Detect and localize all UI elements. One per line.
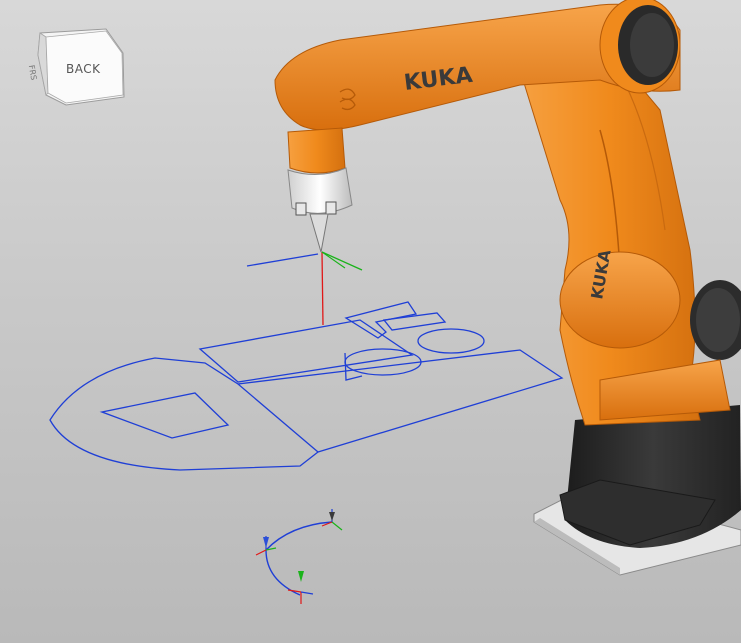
robot-tool-tip bbox=[309, 213, 329, 253]
robot-model[interactable]: KUKA KUKA bbox=[274, 0, 741, 576]
sketch-ellipse-right[interactable] bbox=[417, 328, 485, 354]
sketch-upper-rectangle[interactable] bbox=[198, 319, 414, 383]
sketch-small-rect[interactable] bbox=[382, 312, 447, 331]
view-cube-edge-label: FRS bbox=[27, 64, 39, 81]
view-cube-back-label: BACK bbox=[66, 62, 101, 76]
sketch-arch-outline[interactable] bbox=[49, 357, 320, 471]
sketch-ellipse-left[interactable] bbox=[344, 348, 422, 376]
sketch-probe-line[interactable] bbox=[246, 253, 319, 267]
sketch-long-rectangle[interactable] bbox=[237, 349, 564, 453]
robot-wrist bbox=[287, 127, 346, 174]
waypoint-marker-icon[interactable] bbox=[287, 571, 314, 604]
sketch-quad[interactable] bbox=[99, 392, 230, 439]
waypoint-path[interactable] bbox=[255, 509, 343, 604]
sketch-geometry[interactable] bbox=[49, 253, 564, 471]
view-cube-icon[interactable]: BACK FRS bbox=[26, 27, 128, 107]
view-cube[interactable]: BACK FRS bbox=[26, 27, 128, 107]
3d-viewport[interactable]: KUKA KUKA BACK FRS bbox=[0, 0, 741, 643]
waypoint-marker-icon[interactable] bbox=[321, 509, 343, 531]
tool-frame-icon bbox=[321, 251, 363, 326]
